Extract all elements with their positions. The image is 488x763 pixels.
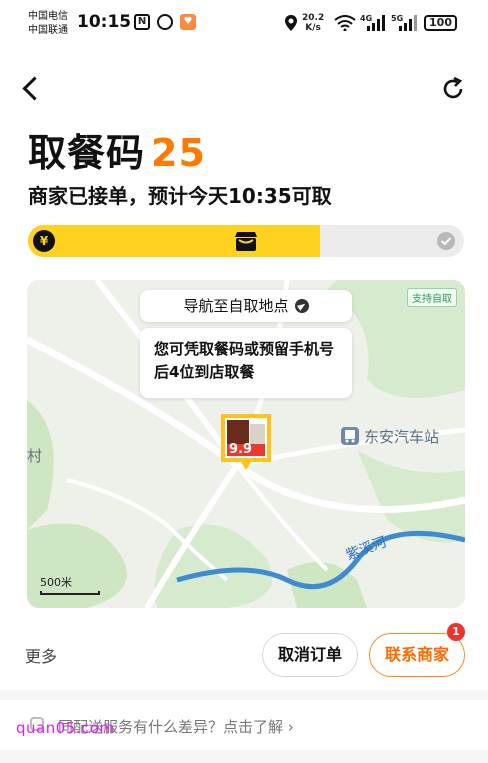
pickup-hint-callout: 您可凭取餐码或预留手机号后4位到店取餐 bbox=[140, 328, 352, 398]
check-icon bbox=[430, 225, 462, 257]
nfc-icon: N bbox=[134, 14, 150, 30]
watermark-text: quan05.com bbox=[16, 719, 115, 737]
progress-fill bbox=[28, 225, 320, 257]
alarm-icon bbox=[157, 14, 173, 30]
page-title: 取餐码 25 bbox=[28, 122, 206, 177]
carrier-1: 中国电信 bbox=[28, 11, 68, 22]
signal-bars-icon bbox=[367, 15, 385, 31]
app-notification-icon: ♥ bbox=[180, 14, 196, 30]
carrier-labels: 中国电信 中国联通 bbox=[28, 10, 68, 38]
status-time: 10:15 bbox=[77, 12, 132, 32]
pickup-map[interactable]: 支持自取 导航至自取地点 您可凭取餐码或预留手机号后4位到店取餐 9.9 东安汽… bbox=[27, 280, 465, 608]
carrier-2: 中国联通 bbox=[28, 25, 68, 36]
self-pickup-tag: 支持自取 bbox=[407, 288, 457, 307]
shop-marker-icon bbox=[221, 414, 271, 470]
wifi-icon bbox=[334, 15, 356, 31]
shop-icon bbox=[230, 225, 262, 257]
marker-price: 9.9 bbox=[229, 442, 253, 457]
order-status-text: 商家已接单，预计今天10:35可取 bbox=[28, 184, 332, 208]
shop-marker[interactable]: 9.9 bbox=[217, 410, 275, 472]
yen-icon: ¥ bbox=[28, 225, 60, 257]
signal-bars-2-icon bbox=[399, 15, 417, 31]
scale-label: 500米 bbox=[40, 576, 72, 589]
location-icon bbox=[285, 15, 297, 31]
contact-badge: 1 bbox=[447, 623, 465, 641]
title-label: 取餐码 bbox=[28, 131, 146, 175]
battery-indicator: 100 bbox=[424, 15, 457, 31]
refresh-icon[interactable] bbox=[440, 76, 466, 102]
village-label: 村 bbox=[27, 447, 43, 465]
net-speed-value: 20.2 bbox=[302, 13, 325, 23]
navigate-button[interactable]: 导航至自取地点 bbox=[140, 290, 352, 322]
cancel-order-button[interactable]: 取消订单 bbox=[262, 633, 358, 677]
yen-glyph: ¥ bbox=[33, 230, 55, 252]
status-bar: 中国电信 中国联通 10:15 N ♥ 20.2 K/s 4G 5G 100 bbox=[0, 0, 488, 50]
chevron-right-icon: › bbox=[287, 718, 294, 736]
pickup-code: 25 bbox=[151, 131, 206, 175]
net-speed-unit: K/s bbox=[305, 23, 321, 33]
navigation-arrow-icon bbox=[294, 299, 309, 313]
bus-station-label: 东安汽车站 bbox=[364, 428, 440, 446]
net-speed: 20.2 K/s bbox=[302, 13, 324, 33]
more-button[interactable]: 更多 bbox=[25, 643, 57, 667]
navigate-label: 导航至自取地点 bbox=[183, 297, 289, 315]
bus-station-icon bbox=[341, 427, 359, 445]
scale-bar bbox=[40, 591, 100, 595]
